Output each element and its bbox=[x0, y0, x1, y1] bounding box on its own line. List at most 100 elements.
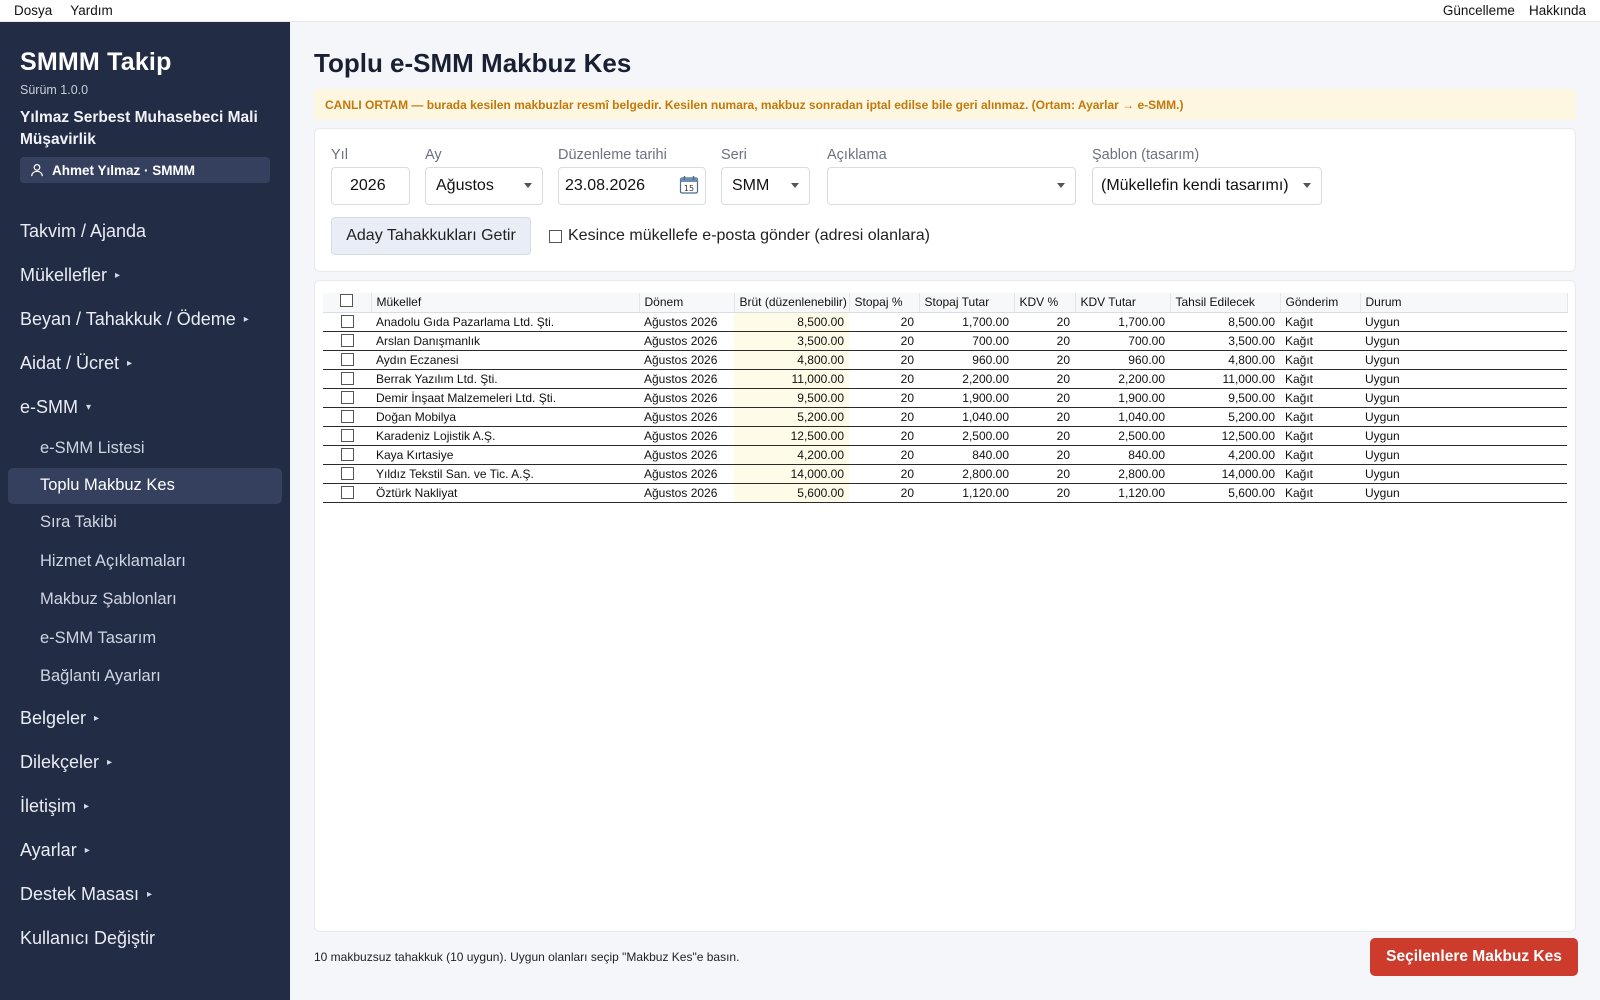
sidebar-subitem-sira-takibi[interactable]: Sıra Takibi bbox=[0, 504, 290, 543]
date-input[interactable]: 23.08.2026 15 bbox=[558, 167, 706, 205]
table-cell: 840.00 bbox=[919, 445, 1014, 465]
table-row[interactable]: Öztürk Nakliyat Ağustos 2026 5,600.00 20 1,1… bbox=[323, 483, 1567, 503]
sidebar-subitem-hizmet-aciklamalari[interactable]: Hizmet Açıklamaları bbox=[0, 542, 290, 581]
table-cell: Ağustos 2026 bbox=[639, 445, 734, 465]
row-checkbox[interactable] bbox=[340, 314, 354, 328]
table-cell: Ağustos 2026 bbox=[639, 483, 734, 503]
column-header-kdv-oran[interactable]: KDV % bbox=[1014, 293, 1076, 313]
menu-guncelleme[interactable]: Güncelleme bbox=[1443, 3, 1515, 18]
table-cell: 14,000.00 bbox=[1170, 464, 1280, 484]
brut-editable-cell[interactable]: 3,500.00 bbox=[734, 331, 849, 351]
table-cell: 1,700.00 bbox=[919, 312, 1014, 332]
row-checkbox[interactable] bbox=[340, 390, 354, 404]
column-header-brut[interactable]: Brüt (düzenlenebilir) bbox=[734, 293, 850, 313]
brut-editable-cell[interactable]: 4,800.00 bbox=[734, 350, 849, 370]
month-select[interactable]: Ağustos bbox=[425, 167, 543, 205]
menu-hakkinda[interactable]: Hakkında bbox=[1529, 3, 1586, 18]
table-row[interactable]: Doğan Mobilya Ağustos 2026 5,200.00 20 1,040… bbox=[323, 407, 1567, 427]
table-cell: Uygun bbox=[1360, 407, 1567, 427]
template-select[interactable]: (Mükellefin kendi tasarımı) bbox=[1092, 167, 1322, 205]
table-row[interactable]: Arslan Danışmanlık Ağustos 2026 3,500.00 20… bbox=[323, 331, 1567, 351]
email-checkbox[interactable] bbox=[549, 229, 562, 243]
sidebar-item-ayarlar[interactable]: Ayarlar ▸ bbox=[0, 828, 290, 872]
sidebar-subitem-toplu-makbuz-kes[interactable]: Toplu Makbuz Kes bbox=[8, 467, 282, 504]
sidebar-item-label: Aidat / Ücret bbox=[20, 352, 120, 373]
select-all-checkbox[interactable] bbox=[340, 294, 354, 308]
column-header-donem[interactable]: Dönem bbox=[639, 293, 735, 313]
sidebar-item-destek-masasi[interactable]: Destek Masası ▸ bbox=[0, 872, 290, 916]
sidebar-subitem-baglanti-ayarlari[interactable]: Bağlantı Ayarları bbox=[0, 658, 290, 697]
sidebar-item-kullanici-degistir[interactable]: Kullanıcı Değiştir bbox=[0, 916, 290, 960]
sidebar-item-label: e-SMM bbox=[20, 396, 78, 417]
email-checkbox-row[interactable]: Kesince mükellefe e-posta gönder (adresi… bbox=[549, 227, 930, 245]
table-row[interactable]: Karadeniz Lojistik A.Ş. Ağustos 2026 12,50… bbox=[323, 426, 1567, 446]
table-row[interactable]: Demir İnşaat Malzemeleri Ltd. Şti. Ağusto… bbox=[323, 388, 1567, 408]
date-label: Düzenleme tarihi bbox=[558, 147, 667, 163]
table-cell: Öztürk Nakliyat bbox=[371, 483, 639, 503]
brut-editable-cell[interactable]: 8,500.00 bbox=[734, 312, 849, 332]
row-checkbox[interactable] bbox=[340, 428, 354, 442]
column-header-stopaj-tutar[interactable]: Stopaj Tutar bbox=[919, 293, 1015, 313]
row-checkbox[interactable] bbox=[340, 485, 354, 499]
table-cell: Uygun bbox=[1360, 445, 1567, 465]
series-label: Seri bbox=[721, 147, 747, 163]
calendar-icon[interactable]: 15 bbox=[679, 175, 699, 195]
table-cell: Kağıt bbox=[1280, 483, 1360, 503]
table-cell: 20 bbox=[1014, 464, 1075, 484]
brut-editable-cell[interactable]: 4,200.00 bbox=[734, 445, 849, 465]
template-field-group: Şablon (tasarım) (Mükellefin kendi tasar… bbox=[1092, 147, 1322, 205]
sidebar-item-esmm[interactable]: e-SMM ▾ bbox=[0, 385, 290, 429]
row-checkbox[interactable] bbox=[340, 371, 354, 385]
series-value: SMM bbox=[732, 177, 770, 194]
brut-editable-cell[interactable]: 9,500.00 bbox=[734, 388, 849, 408]
column-header-gonderim[interactable]: Gönderim bbox=[1280, 293, 1361, 313]
table-cell: Berrak Yazılım Ltd. Şti. bbox=[371, 369, 639, 389]
column-header-kdv-tutar[interactable]: KDV Tutar bbox=[1075, 293, 1171, 313]
sidebar-item-iletisim[interactable]: İletişim ▸ bbox=[0, 784, 290, 828]
series-select[interactable]: SMM bbox=[721, 167, 810, 205]
row-select-cell bbox=[323, 426, 371, 446]
row-checkbox[interactable] bbox=[340, 466, 354, 480]
column-header-stopaj-oran[interactable]: Stopaj % bbox=[849, 293, 920, 313]
user-chip[interactable]: Ahmet Yılmaz · SMMM bbox=[20, 157, 270, 183]
table-row[interactable]: Anadolu Gıda Pazarlama Ltd. Şti. Ağustos … bbox=[323, 312, 1567, 332]
brut-editable-cell[interactable]: 11,000.00 bbox=[734, 369, 849, 389]
menu-dosya[interactable]: Dosya bbox=[14, 3, 52, 18]
table-row[interactable]: Aydın Eczanesi Ağustos 2026 4,800.00 20 960.… bbox=[323, 350, 1567, 370]
sidebar-subitem-makbuz-sablonlari[interactable]: Makbuz Şablonları bbox=[0, 581, 290, 620]
fetch-accruals-button[interactable]: Aday Tahakkukları Getir bbox=[331, 217, 531, 255]
brut-editable-cell[interactable]: 5,200.00 bbox=[734, 407, 849, 427]
row-checkbox[interactable] bbox=[340, 352, 354, 366]
row-checkbox[interactable] bbox=[340, 409, 354, 423]
table-row[interactable]: Kaya Kırtasiye Ağustos 2026 4,200.00 20 840.… bbox=[323, 445, 1567, 465]
column-header-mukellef[interactable]: Mükellef bbox=[371, 293, 640, 313]
year-input[interactable]: 2026 bbox=[331, 167, 410, 205]
brut-editable-cell[interactable]: 12,500.00 bbox=[734, 426, 849, 446]
chevron-down-icon bbox=[1057, 183, 1065, 188]
issue-receipts-button[interactable]: Seçilenlere Makbuz Kes bbox=[1370, 938, 1578, 976]
sidebar-item-aidat[interactable]: Aidat / Ücret ▸ bbox=[0, 341, 290, 385]
table-cell: 4,800.00 bbox=[1170, 350, 1280, 370]
sidebar-item-belgeler[interactable]: Belgeler ▸ bbox=[0, 696, 290, 740]
table-row[interactable]: Yıldız Tekstil San. ve Tic. A.Ş. Ağustos … bbox=[323, 464, 1567, 484]
sidebar-subitem-esmm-tasarim[interactable]: e-SMM Tasarım bbox=[0, 619, 290, 658]
row-checkbox[interactable] bbox=[340, 333, 354, 347]
sidebar-item-beyan[interactable]: Beyan / Tahakkuk / Ödeme ▸ bbox=[0, 297, 290, 341]
row-checkbox[interactable] bbox=[340, 447, 354, 461]
table-row[interactable]: Berrak Yazılım Ltd. Şti. Ağustos 2026 11,0… bbox=[323, 369, 1567, 389]
column-header-durum[interactable]: Durum bbox=[1360, 293, 1568, 313]
description-select[interactable] bbox=[827, 167, 1076, 205]
brut-editable-cell[interactable]: 14,000.00 bbox=[734, 464, 849, 484]
brut-editable-cell[interactable]: 5,600.00 bbox=[734, 483, 849, 503]
column-header-tahsil[interactable]: Tahsil Edilecek bbox=[1170, 293, 1281, 313]
sidebar-item-takvim[interactable]: Takvim / Ajanda bbox=[0, 209, 290, 253]
sidebar-item-dilekceler[interactable]: Dilekçeler ▸ bbox=[0, 740, 290, 784]
table-cell: 1,120.00 bbox=[1075, 483, 1170, 503]
live-environment-warning: CANLI ORTAM — burada kesilen makbuzlar r… bbox=[314, 89, 1576, 120]
table-cell: Kağıt bbox=[1280, 407, 1360, 427]
sidebar-item-mukellefler[interactable]: Mükellefler ▸ bbox=[0, 253, 290, 297]
sidebar-item-label: Kullanıcı Değiştir bbox=[20, 927, 156, 948]
menu-yardim[interactable]: Yardım bbox=[70, 3, 113, 18]
sidebar-subitem-esmm-listesi[interactable]: e-SMM Listesi bbox=[0, 429, 290, 468]
sidebar-item-label: Belgeler bbox=[20, 707, 87, 728]
